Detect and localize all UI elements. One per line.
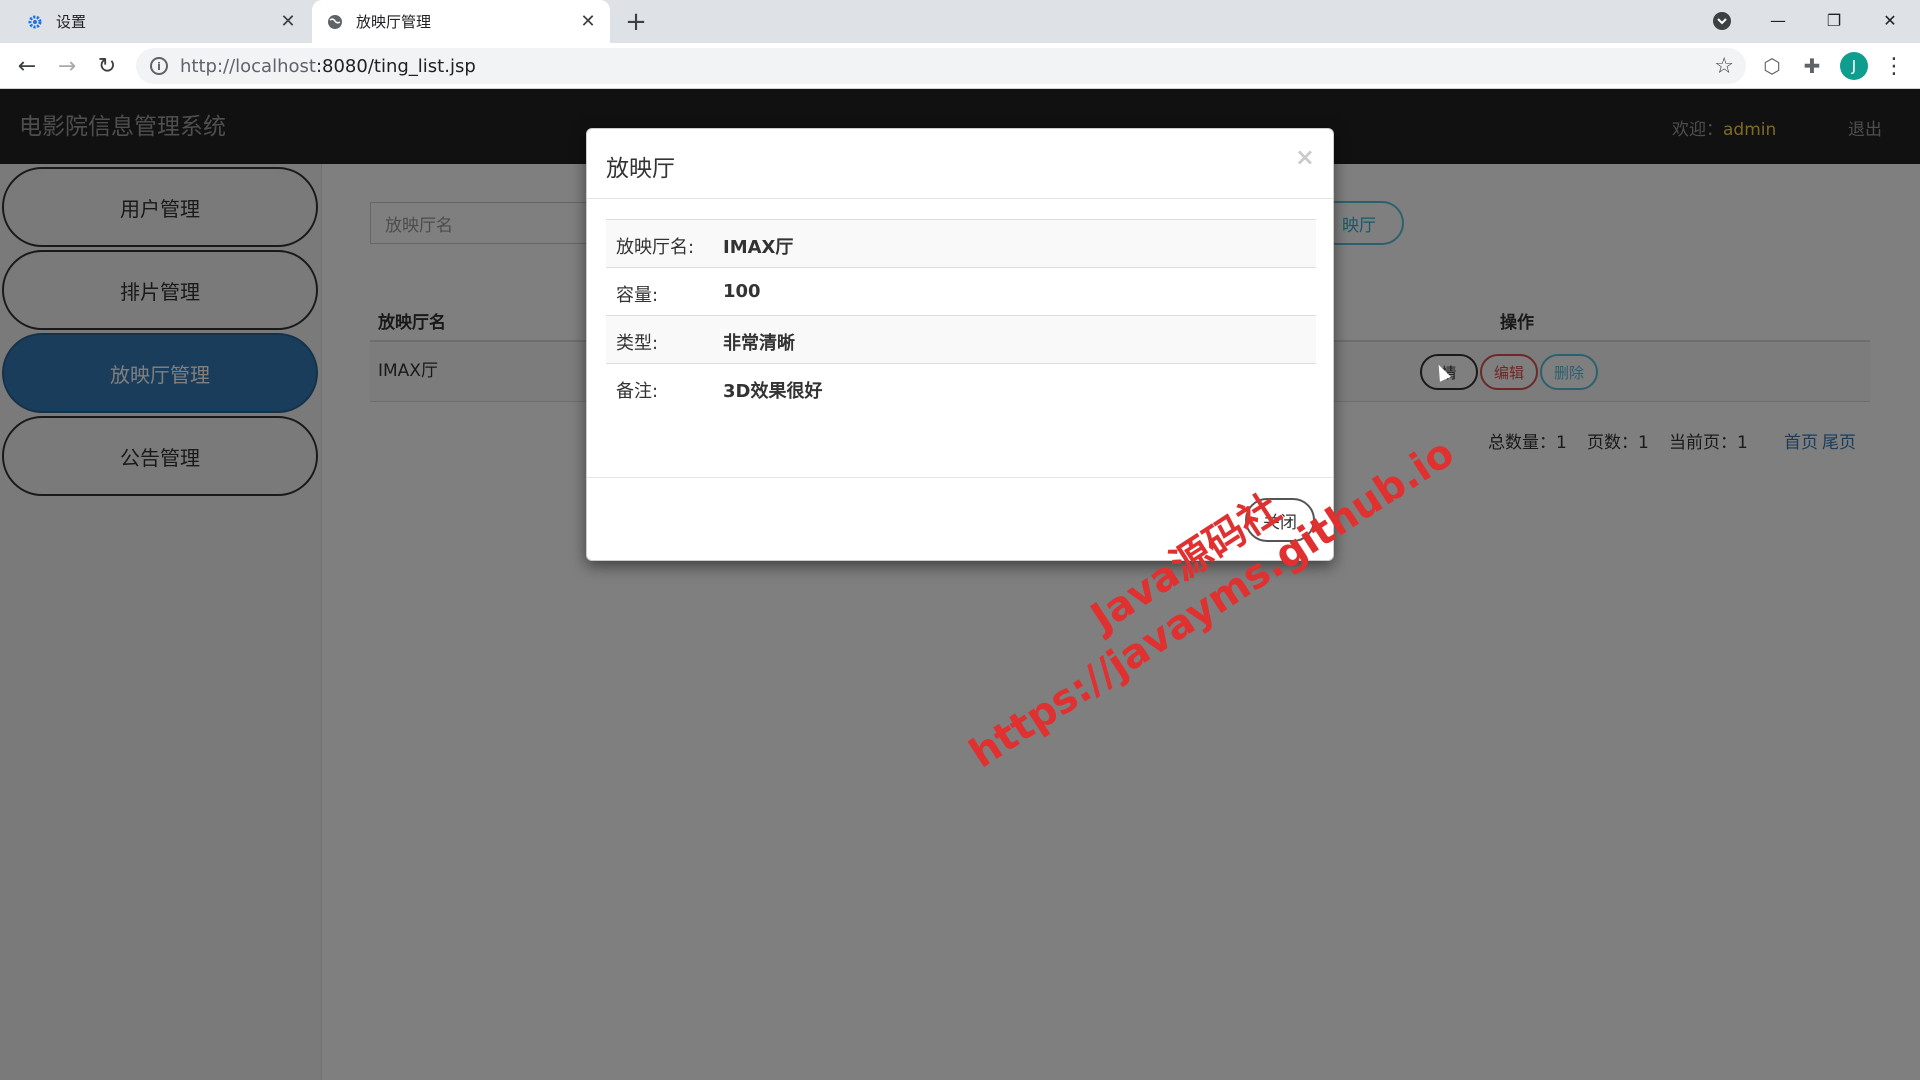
site-info-icon[interactable]: i (150, 57, 168, 75)
browser-tabbar: 设置 ✕ 放映厅管理 ✕ + — ❐ ✕ (0, 0, 1920, 43)
close-tab-icon[interactable]: ✕ (574, 8, 602, 36)
profile-avatar[interactable]: J (1840, 52, 1868, 80)
detail-label: 类型: (616, 333, 659, 354)
hall-detail-modal: 放映厅 × 放映厅名: IMAX厅 容量: 100 类型: 非常清晰 备注: 3… (586, 128, 1334, 561)
window-close-icon[interactable]: ✕ (1862, 0, 1918, 40)
browser-menu-icon[interactable]: ⋮ (1880, 52, 1908, 80)
detail-label: 放映厅名: (616, 237, 695, 258)
back-icon[interactable]: ← (10, 49, 44, 83)
detail-label: 备注: (616, 381, 659, 402)
tab-hall-management[interactable]: 放映厅管理 ✕ (312, 0, 610, 43)
detail-value: 100 (723, 281, 761, 302)
tab-search-icon[interactable] (1710, 9, 1734, 33)
detail-value: IMAX厅 (723, 237, 794, 258)
gear-icon (26, 13, 44, 31)
detail-row-type: 类型: 非常清晰 (606, 316, 1316, 364)
bookmark-star-icon[interactable]: ☆ (1714, 54, 1734, 79)
extension-hexagon-icon[interactable]: ⬡ (1760, 54, 1784, 78)
url-host: http://localhost (180, 55, 316, 77)
detail-label: 容量: (616, 285, 659, 306)
address-bar[interactable]: i http://localhost:8080/ting_list.jsp ☆ (136, 48, 1746, 84)
detail-row-capacity: 容量: 100 (606, 268, 1316, 316)
minimize-icon[interactable]: — (1750, 0, 1806, 40)
tab-title: 放映厅管理 (356, 13, 432, 31)
globe-icon (326, 13, 344, 31)
detail-row-name: 放映厅名: IMAX厅 (606, 220, 1316, 268)
detail-table: 放映厅名: IMAX厅 容量: 100 类型: 非常清晰 备注: 3D效果很好 (606, 219, 1316, 412)
url-text: http://localhost:8080/ting_list.jsp (180, 56, 476, 77)
modal-title: 放映厅 (606, 156, 675, 182)
tab-settings[interactable]: 设置 ✕ (12, 0, 310, 43)
url-path: :8080/ting_list.jsp (315, 55, 476, 77)
forward-icon[interactable]: → (50, 49, 84, 83)
close-tab-icon[interactable]: ✕ (274, 8, 302, 36)
modal-header: 放映厅 × (587, 129, 1333, 199)
close-icon[interactable]: × (1295, 143, 1315, 171)
detail-value: 非常清晰 (723, 333, 795, 354)
detail-value: 3D效果很好 (723, 381, 823, 402)
new-tab-button[interactable]: + (620, 7, 652, 37)
detail-row-remark: 备注: 3D效果很好 (606, 364, 1316, 412)
tab-title: 设置 (56, 13, 87, 31)
reload-icon[interactable]: ↻ (90, 49, 124, 83)
restore-icon[interactable]: ❐ (1806, 0, 1862, 40)
browser-toolbar: ← → ↻ i http://localhost:8080/ting_list.… (0, 43, 1920, 89)
extensions-puzzle-icon[interactable]: ✚ (1800, 54, 1824, 78)
